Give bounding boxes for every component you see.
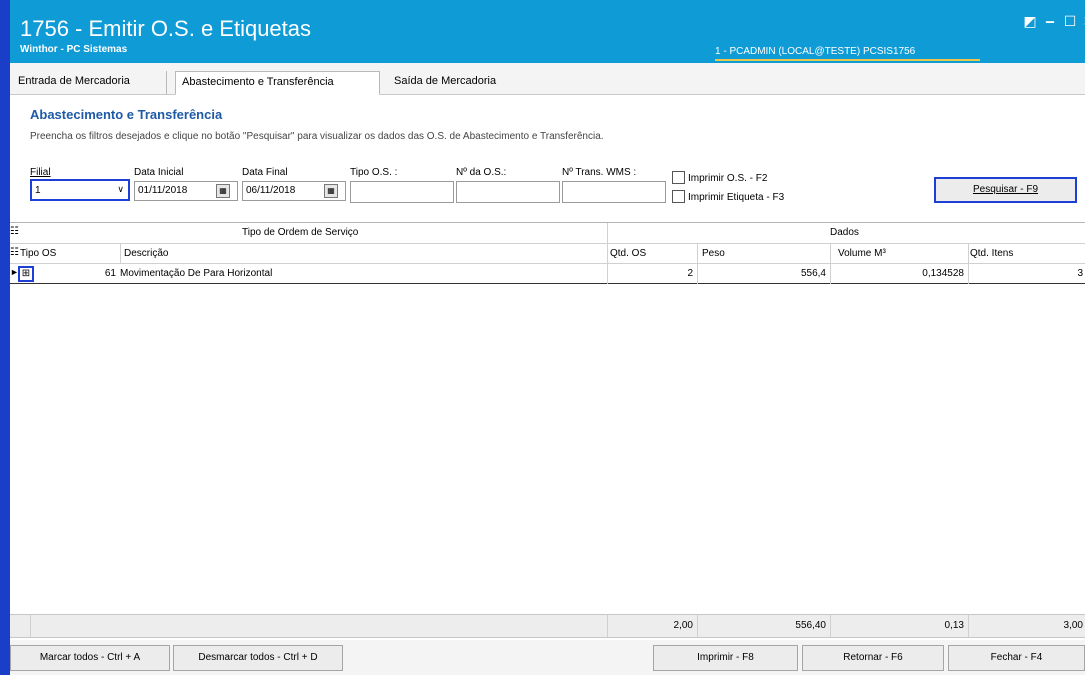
col-divider xyxy=(607,244,608,264)
imprimir-button[interactable]: Imprimir - F8 xyxy=(653,645,798,671)
data-final-value: 06/11/2018 xyxy=(246,185,296,196)
imprimir-os-checkbox[interactable] xyxy=(672,171,685,184)
cell-peso: 556,4 xyxy=(800,268,826,279)
row-indicator-icon: ☷ xyxy=(10,247,19,258)
tab-bar: Entrada de Mercadoria Abastecimento e Tr… xyxy=(10,63,1085,95)
tab-abastecimento-transferencia[interactable]: Abastecimento e Transferência xyxy=(175,71,380,95)
total-qtd-itens: 3,00 xyxy=(1063,620,1083,631)
col-descricao[interactable]: Descrição xyxy=(124,248,168,259)
data-final-label: Data Final xyxy=(242,167,288,178)
section-description: Preencha os filtros desejados e clique n… xyxy=(30,131,604,142)
group-left-label: Tipo de Ordem de Serviço xyxy=(242,227,359,238)
num-trans-field[interactable] xyxy=(562,181,666,203)
col-divider xyxy=(830,244,831,264)
pesquisar-button[interactable]: Pesquisar - F9 xyxy=(934,177,1077,203)
window-subtitle: Winthor - PC Sistemas xyxy=(20,44,128,55)
imprimir-etiqueta-label: Imprimir Etiqueta - F3 xyxy=(688,192,785,203)
results-grid: ☷ Tipo de Ordem de Serviço Dados ☷ Tipo … xyxy=(10,222,1085,638)
col-qtd-itens[interactable]: Qtd. Itens xyxy=(970,248,1013,259)
expand-icon[interactable]: ⊞ xyxy=(18,266,34,282)
chevron-down-icon: ∨ xyxy=(117,184,124,194)
totals-row: 2,00 556,40 0,13 3,00 xyxy=(10,614,1085,638)
col-divider xyxy=(697,615,698,637)
group-right-label: Dados xyxy=(830,227,859,238)
col-divider xyxy=(968,244,969,264)
tipo-os-label: Tipo O.S. : xyxy=(350,167,398,178)
app-window: 1756 - Emitir O.S. e Etiquetas Winthor -… xyxy=(0,0,1085,675)
tab-saida-mercadoria[interactable]: Saída de Mercadoria xyxy=(388,71,528,95)
filial-label: Filial xyxy=(30,167,51,178)
col-divider xyxy=(830,264,831,284)
num-trans-label: Nº Trans. WMS : xyxy=(562,167,637,178)
cell-qtd-os: 2 xyxy=(687,268,693,279)
row-indicator-icon: ☷ xyxy=(10,226,19,237)
grid-column-header: ☷ Tipo OS Descrição Qtd. OS Peso Volume … xyxy=(10,244,1085,264)
col-peso[interactable]: Peso xyxy=(702,248,725,259)
cell-tipo-os: 61 xyxy=(104,268,116,279)
cell-volume: 0,134528 xyxy=(922,268,964,279)
col-divider xyxy=(697,244,698,264)
maximize-icon[interactable]: ☐ xyxy=(1062,14,1078,30)
calendar-icon[interactable]: ▦ xyxy=(216,184,230,198)
fechar-button[interactable]: Fechar - F4 xyxy=(948,645,1085,671)
title-bar: 1756 - Emitir O.S. e Etiquetas Winthor -… xyxy=(10,0,1085,63)
col-divider xyxy=(120,244,121,264)
tipo-os-field[interactable] xyxy=(350,181,454,203)
imprimir-etiqueta-checkbox[interactable] xyxy=(672,190,685,203)
group-divider xyxy=(607,223,608,244)
data-inicial-value: 01/11/2018 xyxy=(138,185,188,196)
total-qtd-os: 2,00 xyxy=(673,620,693,631)
desmarcar-todos-button[interactable]: Desmarcar todos - Ctrl + D xyxy=(173,645,343,671)
retornar-button[interactable]: Retornar - F6 xyxy=(802,645,944,671)
col-tipo-os[interactable]: Tipo OS xyxy=(20,248,56,259)
imprimir-os-label: Imprimir O.S. - F2 xyxy=(688,173,768,184)
user-info: 1 - PCADMIN (LOCAL@TESTE) PCSIS1756 xyxy=(715,46,980,61)
calendar-icon[interactable]: ▦ xyxy=(324,184,338,198)
bottom-toolbar: Marcar todos - Ctrl + A Desmarcar todos … xyxy=(10,640,1085,675)
cell-descricao: Movimentação De Para Horizontal xyxy=(120,268,273,279)
tab-entrada-mercadoria[interactable]: Entrada de Mercadoria xyxy=(12,71,167,95)
col-divider xyxy=(968,264,969,284)
num-os-label: Nº da O.S.: xyxy=(456,167,507,178)
col-divider xyxy=(607,615,608,637)
total-volume: 0,13 xyxy=(944,620,964,631)
col-divider xyxy=(607,264,608,284)
col-volume[interactable]: Volume M³ xyxy=(838,248,886,259)
filial-value: 1 xyxy=(35,185,41,196)
section-title: Abastecimento e Transferência xyxy=(30,107,223,122)
window-title: 1756 - Emitir O.S. e Etiquetas xyxy=(20,16,312,41)
filial-select[interactable]: 1 ∨ xyxy=(30,179,130,201)
cell-qtd-itens: 3 xyxy=(1077,268,1083,279)
num-os-field[interactable] xyxy=(456,181,560,203)
left-edge xyxy=(0,0,10,675)
col-divider xyxy=(830,615,831,637)
col-divider xyxy=(968,615,969,637)
grid-group-header: ☷ Tipo de Ordem de Serviço Dados xyxy=(10,223,1085,244)
restore-icon[interactable]: ◩ xyxy=(1022,14,1038,30)
minimize-icon[interactable]: ‒ xyxy=(1042,14,1058,30)
table-row[interactable]: ► ⊞ 61 Movimentação De Para Horizontal 2… xyxy=(10,264,1085,284)
col-divider xyxy=(697,264,698,284)
col-qtd-os[interactable]: Qtd. OS xyxy=(610,248,646,259)
marcar-todos-button[interactable]: Marcar todos - Ctrl + A xyxy=(10,645,170,671)
total-peso: 556,40 xyxy=(795,620,826,631)
col-divider xyxy=(30,615,31,637)
data-inicial-label: Data Inicial xyxy=(134,167,184,178)
